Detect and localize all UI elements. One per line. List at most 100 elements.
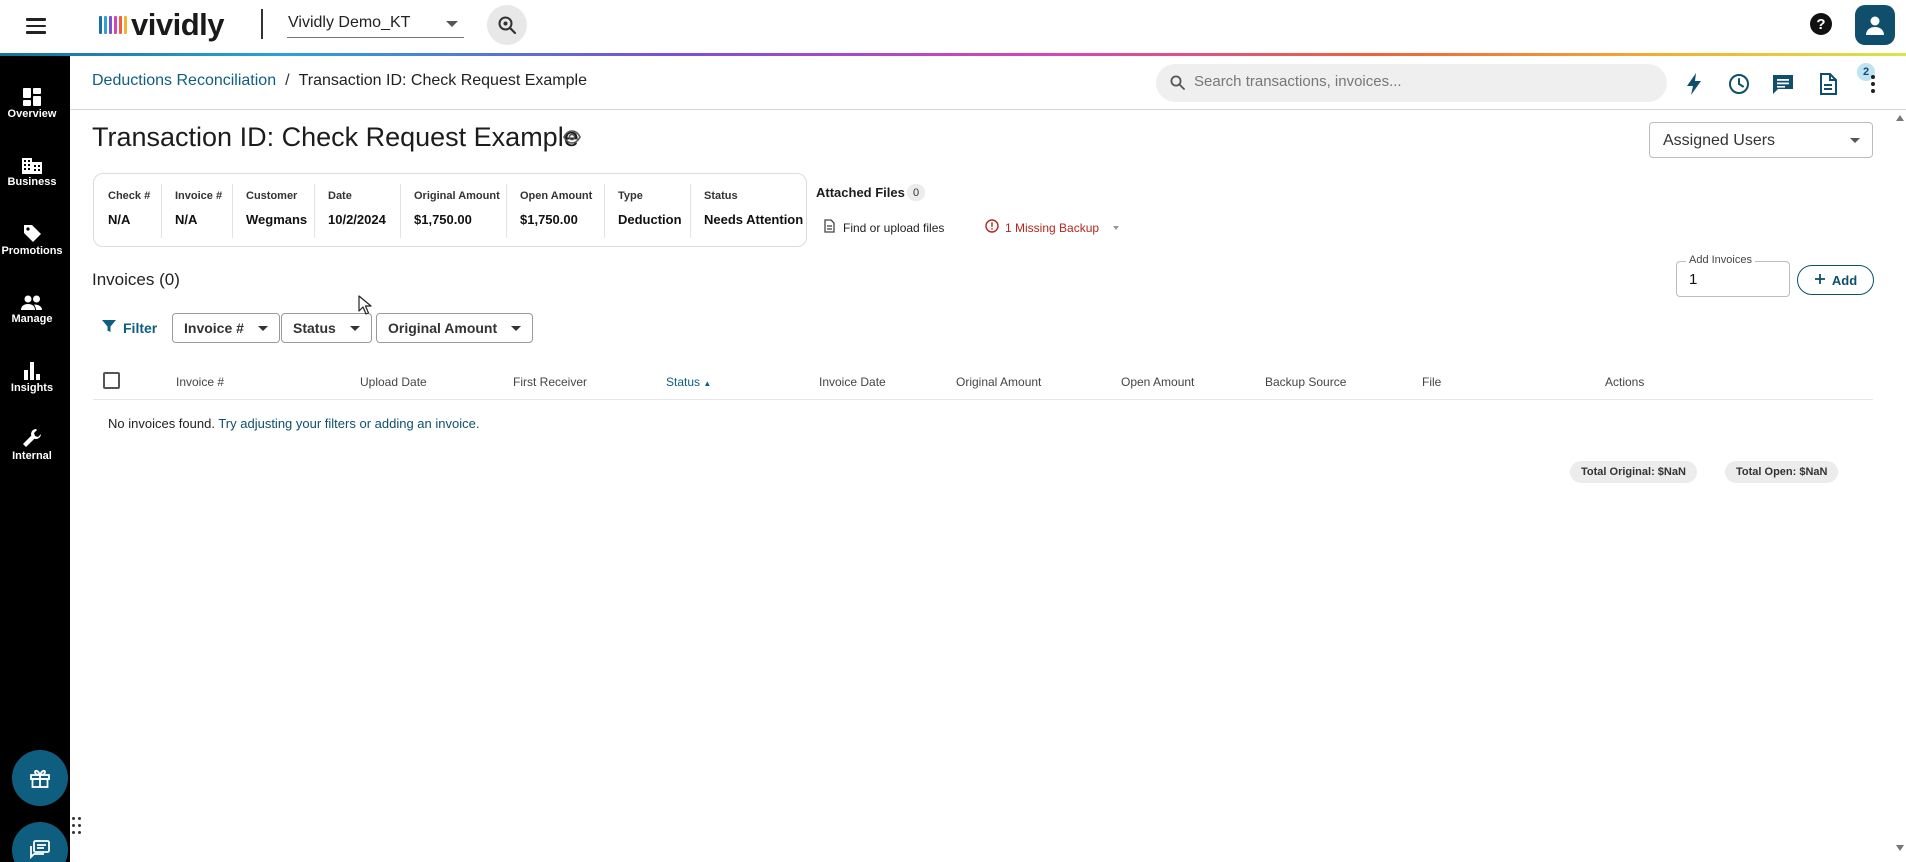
empty-table-prefix: No invoices found.	[108, 416, 215, 431]
attached-files-count: 0	[907, 184, 925, 201]
org-selector-value: Vividly Demo_KT	[288, 14, 411, 31]
nav-label: Internal	[12, 450, 52, 462]
sort-ascending-icon: ▲	[703, 379, 712, 388]
summary-value: 10/2/2024	[328, 212, 386, 227]
nav-label: Business	[7, 176, 57, 188]
summary-date: Date 10/2/2024	[314, 174, 400, 246]
top-bar: vividly Vividly Demo_KT ?	[0, 0, 1906, 53]
nav-item-manage[interactable]: Manage	[0, 285, 64, 341]
summary-label: Original Amount	[414, 190, 500, 202]
column-header-invoice-number[interactable]: Invoice #	[176, 375, 224, 389]
org-selector[interactable]: Vividly Demo_KT	[287, 12, 464, 38]
warning-icon	[985, 219, 999, 236]
people-icon	[0, 285, 64, 311]
find-upload-files-label: Find or upload files	[843, 220, 945, 235]
eye-icon[interactable]	[563, 130, 581, 149]
more-vert-icon[interactable]	[1860, 71, 1886, 97]
transaction-summary: Check # N/A Invoice # N/A Customer Wegma…	[93, 173, 807, 247]
summary-label: Type	[618, 190, 643, 202]
chevron-down-icon	[257, 325, 268, 331]
summary-value: Deduction	[618, 212, 682, 227]
summary-value: Needs Attention	[704, 212, 804, 227]
assigned-users-select[interactable]: Assigned Users	[1649, 122, 1873, 158]
bar-chart-icon	[0, 354, 64, 380]
column-header-open-amount[interactable]: Open Amount	[1121, 375, 1194, 389]
nav-item-insights[interactable]: Insights	[0, 354, 64, 410]
user-icon[interactable]	[1855, 5, 1895, 45]
summary-status: Status Needs Attention	[690, 174, 806, 246]
chevron-down-icon	[446, 21, 458, 27]
summary-customer: Customer Wegmans	[232, 174, 314, 246]
drag-handle-icon[interactable]	[71, 816, 83, 836]
column-header-file[interactable]: File	[1422, 375, 1441, 389]
column-header-status[interactable]: Status ▲	[666, 375, 711, 389]
brand-name: vividly	[131, 7, 225, 42]
find-upload-files-button[interactable]: Find or upload files	[824, 219, 944, 236]
column-header-first-receiver[interactable]: First Receiver	[513, 375, 587, 389]
chat-icon[interactable]	[12, 822, 68, 862]
tag-icon	[0, 217, 64, 243]
missing-backup-dropdown[interactable]: 1 Missing Backup	[985, 219, 1120, 236]
search-input[interactable]	[1194, 73, 1644, 90]
mouse-cursor-icon	[358, 295, 372, 320]
nav-item-promotions[interactable]: Promotions	[0, 217, 64, 273]
nav-item-business[interactable]: Business	[0, 148, 64, 204]
help-icon[interactable]: ?	[1810, 13, 1832, 35]
select-all-checkbox[interactable]	[103, 372, 120, 389]
summary-label: Invoice #	[175, 190, 223, 202]
missing-backup-label: 1 Missing Backup	[1005, 220, 1100, 235]
chevron-down-icon	[1113, 225, 1120, 230]
summary-label: Check #	[108, 190, 151, 202]
summary-label: Open Amount	[520, 190, 593, 202]
column-header-invoice-date[interactable]: Invoice Date	[819, 375, 886, 389]
chevron-down-icon	[511, 325, 522, 331]
column-header-original-amount[interactable]: Original Amount	[956, 375, 1041, 389]
invoices-title: Invoices (0)	[92, 270, 180, 289]
scroll-up-arrow[interactable]	[1896, 115, 1904, 121]
flash-icon[interactable]	[1681, 71, 1707, 97]
summary-invoice-number: Invoice # N/A	[161, 174, 232, 246]
summary-value: N/A	[108, 212, 131, 227]
filter-button[interactable]: Filter	[102, 319, 157, 336]
nav-label: Overview	[7, 108, 57, 120]
file-icon	[824, 219, 835, 236]
chevron-down-icon	[349, 325, 360, 331]
scroll-down-arrow[interactable]	[1896, 845, 1904, 851]
comments-icon[interactable]	[1770, 71, 1796, 97]
nav-label: Insights	[10, 382, 54, 394]
column-header-backup-source[interactable]: Backup Source	[1265, 375, 1346, 389]
gift-icon[interactable]	[12, 750, 68, 806]
nav-item-overview[interactable]: Overview	[0, 80, 64, 136]
global-search[interactable]	[1156, 64, 1667, 102]
summary-label: Customer	[246, 190, 298, 202]
invoices-table-header: Invoice # Upload Date First Receiver Sta…	[93, 367, 1873, 400]
dashboard-icon	[0, 80, 64, 106]
empty-table-message: No invoices found. Try adjusting your fi…	[108, 416, 479, 431]
sub-header: Deductions Reconciliation / Transaction ID…	[70, 56, 1906, 110]
location-search-icon[interactable]	[487, 5, 527, 45]
summary-label: Date	[328, 190, 352, 202]
column-header-status-label: Status	[666, 375, 701, 389]
total-open-badge: Total Open: $NaN	[1725, 461, 1839, 483]
column-header-upload-date[interactable]: Upload Date	[360, 375, 427, 389]
add-invoices-field[interactable]: Add Invoices	[1676, 254, 1790, 297]
add-invoice-button[interactable]: Add	[1797, 265, 1874, 295]
breadcrumb-link[interactable]: Deductions Reconciliation	[92, 72, 276, 89]
column-header-actions: Actions	[1605, 375, 1645, 389]
add-invoices-input[interactable]	[1689, 271, 1779, 288]
filter-chip-invoice-number[interactable]: Invoice #	[172, 313, 280, 343]
filter-chip-label: Status	[293, 320, 336, 336]
history-icon[interactable]	[1726, 71, 1752, 97]
filter-chip-label: Original Amount	[388, 320, 498, 336]
assigned-users-value: Assigned Users	[1663, 132, 1776, 149]
menu-icon[interactable]	[24, 14, 48, 38]
filter-chip-original-amount[interactable]: Original Amount	[376, 313, 534, 343]
nav-label: Promotions	[1, 245, 63, 257]
nav-item-internal[interactable]: Internal	[0, 422, 64, 478]
brand-logo[interactable]: vividly	[99, 7, 225, 43]
document-icon[interactable]	[1815, 71, 1841, 97]
summary-label: Status	[704, 190, 738, 202]
filter-icon	[102, 319, 116, 336]
total-original-badge: Total Original: $NaN	[1570, 461, 1697, 483]
left-nav: Overview Business Promotions Manage Insi…	[0, 56, 70, 862]
